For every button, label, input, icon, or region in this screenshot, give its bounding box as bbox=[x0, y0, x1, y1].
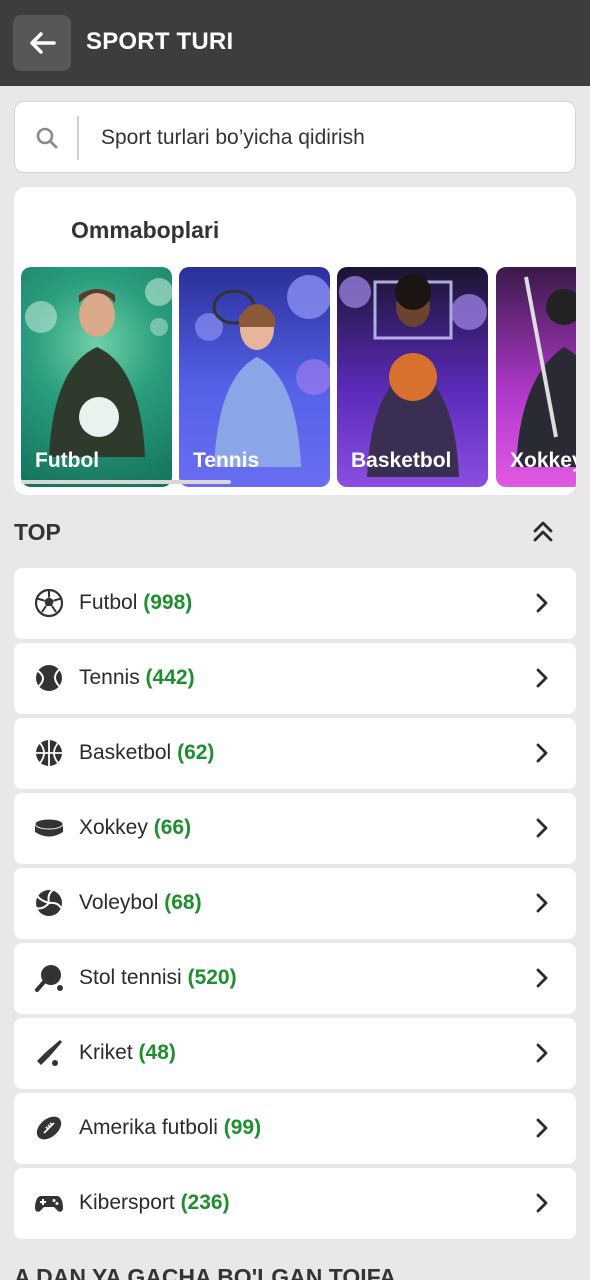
list-item-count: (442) bbox=[145, 666, 195, 689]
list-item[interactable]: Kriket (48) bbox=[14, 1018, 576, 1089]
list-item-count: (99) bbox=[223, 1116, 262, 1139]
american-football-icon bbox=[36, 1116, 62, 1140]
list-item[interactable]: Tennis (442) bbox=[14, 643, 576, 714]
section-title: A DAN YA GACHA BO'LGAN TOIFA bbox=[14, 1264, 397, 1280]
list-item-label: Kriket bbox=[79, 1041, 133, 1064]
chevron-right-icon bbox=[536, 818, 548, 838]
chevron-right-icon bbox=[536, 893, 548, 913]
popular-title: Ommaboplari bbox=[71, 217, 220, 243]
search-divider bbox=[77, 116, 79, 160]
card-label: Basketbol bbox=[351, 449, 452, 472]
card-tennis[interactable]: Tennis bbox=[179, 267, 330, 487]
list-item-label: Amerika futboli bbox=[79, 1116, 218, 1139]
list-item-label: Kibersport bbox=[79, 1191, 175, 1214]
search-field[interactable]: Sport turlari bo’yicha qidirish bbox=[14, 101, 576, 173]
list-item-label: Futbol bbox=[79, 591, 138, 614]
page-title: SPORT TURI bbox=[86, 28, 234, 55]
list-item-count: (48) bbox=[138, 1041, 176, 1064]
list-item-count: (68) bbox=[164, 891, 202, 914]
chevron-right-icon bbox=[536, 593, 548, 613]
list-item-count: (520) bbox=[187, 966, 237, 989]
double-chevron-up-icon[interactable] bbox=[532, 519, 554, 543]
card-label: Tennis bbox=[193, 449, 260, 472]
card-xokkey[interactable]: Xokkey bbox=[496, 267, 576, 487]
hockey-puck-icon bbox=[34, 818, 64, 837]
list-item-label: Tennis bbox=[79, 666, 140, 689]
list-item-label: Basketbol bbox=[79, 741, 172, 764]
card-label: Futbol bbox=[35, 449, 100, 472]
list-item[interactable]: Basketbol (62) bbox=[14, 718, 576, 789]
card-futbol[interactable]: Futbol bbox=[21, 267, 172, 487]
list-item-count: (62) bbox=[177, 741, 215, 764]
section-title: TOP bbox=[14, 519, 61, 545]
ping-pong-icon bbox=[35, 965, 63, 992]
cards-scrollbar[interactable] bbox=[21, 480, 231, 484]
list-item-label: Xokkey bbox=[79, 816, 148, 839]
basketball-icon bbox=[36, 740, 62, 766]
list-item-count: (66) bbox=[153, 816, 192, 839]
chevron-right-icon bbox=[536, 1118, 548, 1138]
list-item-count: (998) bbox=[143, 591, 193, 614]
tennis-ball-icon bbox=[36, 665, 62, 691]
chevron-right-icon bbox=[536, 668, 548, 688]
card-label: Xokkey bbox=[510, 449, 576, 472]
list-item[interactable]: Voleybol (68) bbox=[14, 868, 576, 939]
list-item-label: Stol tennisi bbox=[79, 966, 182, 989]
list-item[interactable]: Amerika futboli (99) bbox=[14, 1093, 576, 1164]
list-item[interactable]: Futbol (998) bbox=[14, 568, 576, 639]
top-section-header[interactable]: TOP bbox=[14, 517, 576, 547]
list-item[interactable]: Kibersport (236) bbox=[14, 1168, 576, 1239]
back-button[interactable] bbox=[13, 15, 71, 71]
card-basketbol[interactable]: Basketbol bbox=[337, 267, 488, 487]
popular-section: Ommaboplari Futbol Tennis Basketbol Xokk… bbox=[14, 187, 576, 495]
list-item-label: Voleybol bbox=[79, 891, 159, 914]
top-bar: SPORT TURI bbox=[0, 0, 590, 86]
chevron-right-icon bbox=[536, 968, 548, 988]
gamepad-icon bbox=[35, 1196, 63, 1212]
chevron-right-icon bbox=[536, 743, 548, 763]
list-item-count: (236) bbox=[180, 1191, 230, 1214]
list-item[interactable]: Stol tennisi (520) bbox=[14, 943, 576, 1014]
search-input[interactable]: Sport turlari bo’yicha qidirish bbox=[101, 126, 365, 150]
alphabet-section-header[interactable]: A DAN YA GACHA BO'LGAN TOIFA bbox=[14, 1264, 576, 1280]
chevron-right-icon bbox=[536, 1193, 548, 1213]
soccer-ball-icon bbox=[34, 588, 64, 618]
volleyball-icon bbox=[35, 889, 62, 916]
cricket-bat-icon bbox=[37, 1040, 62, 1066]
arrow-left-icon bbox=[30, 32, 56, 54]
search-icon bbox=[36, 127, 58, 149]
list-item[interactable]: Xokkey (66) bbox=[14, 793, 576, 864]
popular-cards: Futbol Tennis Basketbol Xokke bbox=[21, 267, 576, 487]
chevron-right-icon bbox=[536, 1043, 548, 1063]
